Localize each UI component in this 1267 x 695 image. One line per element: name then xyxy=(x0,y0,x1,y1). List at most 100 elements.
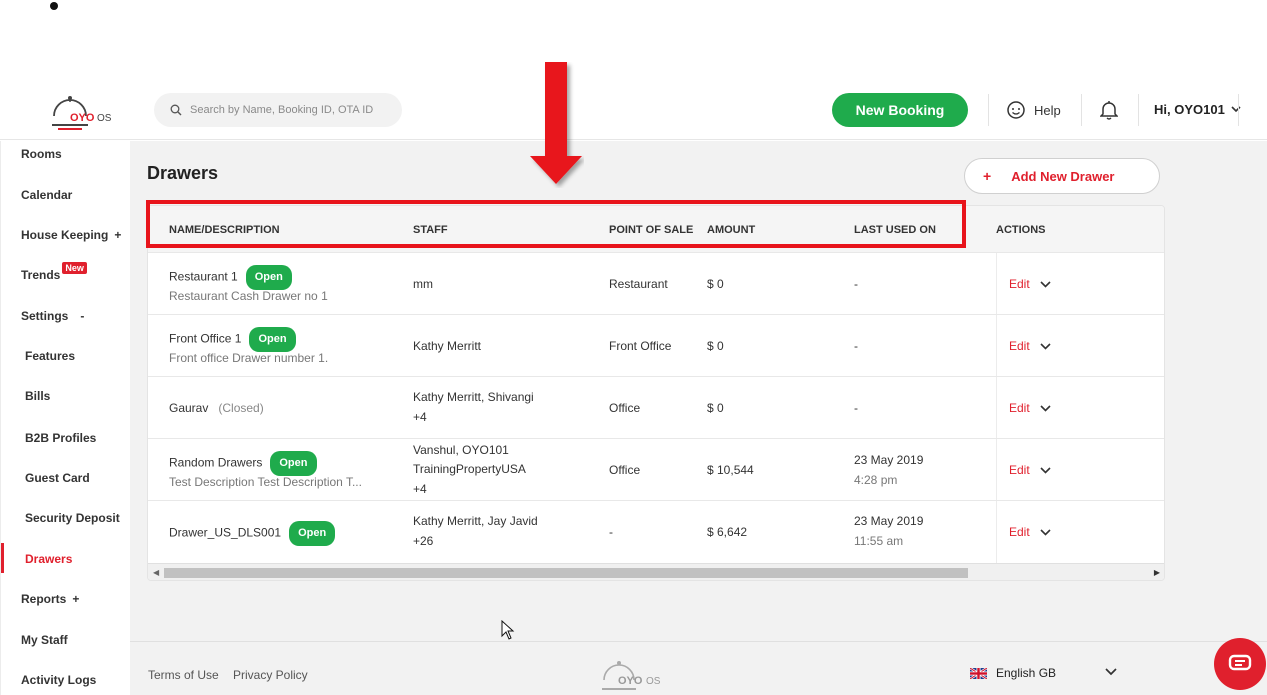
amount-cell: $ 0 xyxy=(707,401,724,415)
sidebar-item-calendar[interactable]: Calendar xyxy=(21,188,72,202)
drawer-description: Test Description Test Description T... xyxy=(169,475,362,489)
edit-button[interactable]: Edit xyxy=(1009,463,1051,477)
chevron-down-icon[interactable] xyxy=(1040,466,1051,474)
sidebar-item-security-deposit[interactable]: Security Deposit xyxy=(25,511,120,525)
sidebar-item-reports[interactable]: Reports + xyxy=(21,592,79,606)
svg-text:OYO: OYO xyxy=(70,112,95,124)
mouse-cursor-icon xyxy=(501,620,515,640)
sidebar-item-trends[interactable]: Trends New xyxy=(21,262,87,282)
sidebar-item-label: Calendar xyxy=(21,188,73,202)
user-menu[interactable]: Hi, OYO101 xyxy=(1154,102,1241,117)
pos-cell: Restaurant xyxy=(609,277,668,291)
last-used-date: 23 May 2019 xyxy=(854,453,924,467)
staff-cell: Kathy Merritt xyxy=(413,339,482,353)
header-divider xyxy=(1081,94,1082,126)
add-new-drawer-button[interactable]: + Add New Drawer xyxy=(964,158,1160,194)
active-item-marker xyxy=(1,543,4,573)
header-divider xyxy=(1238,94,1239,126)
scroll-left-arrow-icon[interactable]: ◀ xyxy=(153,568,159,577)
sidebar-item-guest-card[interactable]: Guest Card xyxy=(25,471,90,485)
staff-more-count: +4 xyxy=(413,482,427,496)
search-icon xyxy=(170,104,182,116)
expand-icon: + xyxy=(114,228,122,242)
sidebar-item-activity-logs[interactable]: Activity Logs xyxy=(21,673,96,687)
privacy-policy-link[interactable]: Privacy Policy xyxy=(233,668,308,682)
sidebar-item-settings[interactable]: Settings - xyxy=(21,309,84,323)
footer: Terms of Use Privacy Policy OYO OS Engli… xyxy=(130,641,1267,695)
edit-label: Edit xyxy=(1009,339,1030,353)
table-row[interactable]: Random Drawers Open Test Description Test… xyxy=(148,438,1164,501)
drawer-name: Random Drawers xyxy=(169,455,263,470)
sidebar-item-b2b-profiles[interactable]: B2B Profiles xyxy=(25,431,96,445)
oyo-os-logo[interactable]: OYO OS xyxy=(50,92,120,132)
plus-icon: + xyxy=(983,168,992,184)
expand-icon: + xyxy=(72,592,80,606)
chevron-down-icon[interactable] xyxy=(1040,404,1051,412)
table-row[interactable]: Drawer_US_DLS001 Open Kathy Merritt, Jay … xyxy=(148,500,1164,563)
table-row[interactable]: Gaurav (Closed) Kathy Merritt, Shivangi +… xyxy=(148,376,1164,439)
amount-cell: $ 10,544 xyxy=(707,463,754,477)
status-badge: Open xyxy=(289,521,336,546)
search-bar[interactable] xyxy=(154,93,402,127)
actions-cell: Edit xyxy=(996,377,1164,439)
help-label: Help xyxy=(1034,102,1061,118)
drawer-name: Restaurant 1 xyxy=(169,269,238,284)
edit-button[interactable]: Edit xyxy=(1009,277,1051,291)
terms-of-use-link[interactable]: Terms of Use xyxy=(148,668,219,682)
user-greeting: Hi, OYO101 xyxy=(1154,102,1225,117)
edit-button[interactable]: Edit xyxy=(1009,401,1051,415)
last-used-cell: - xyxy=(854,401,858,415)
last-used-time: 11:55 am xyxy=(854,534,904,548)
drawers-table: NAME/DESCRIPTION STAFF POINT OF SALE AMO… xyxy=(147,205,1165,581)
bullet-dot xyxy=(50,2,58,10)
header-divider xyxy=(1138,94,1139,126)
table-row[interactable]: Restaurant 1 Open Restaurant Cash Drawer … xyxy=(148,252,1164,315)
chevron-down-icon[interactable] xyxy=(1105,668,1117,676)
column-header: ACTIONS xyxy=(996,224,1046,236)
sidebar-item-house-keeping[interactable]: House Keeping + xyxy=(21,228,121,242)
drawer-name-cell: Drawer_US_DLS001 Open xyxy=(169,521,336,546)
staff-cell-line2: TrainingPropertyUSA xyxy=(413,462,526,476)
sidebar-item-drawers[interactable]: Drawers xyxy=(25,552,72,566)
help-face-icon xyxy=(1007,101,1025,119)
sidebar-item-label: Features xyxy=(25,349,76,363)
table-row[interactable]: Front Office 1 Open Front office Drawer n… xyxy=(148,314,1164,377)
annotation-highlight-box xyxy=(146,200,966,248)
edit-button[interactable]: Edit xyxy=(1009,339,1051,353)
add-new-drawer-label: Add New Drawer xyxy=(1011,168,1115,184)
horizontal-scrollbar[interactable]: ◀ ▶ xyxy=(148,563,1164,580)
help-button[interactable]: Help xyxy=(1006,100,1061,120)
chevron-down-icon[interactable] xyxy=(1040,528,1051,536)
amount-cell: $ 6,642 xyxy=(707,525,748,539)
drawer-name-cell: Gaurav (Closed) xyxy=(169,399,264,418)
pos-cell: - xyxy=(609,525,613,539)
language-selector[interactable]: English GB xyxy=(970,666,1056,680)
scroll-right-arrow-icon[interactable]: ▶ xyxy=(1154,568,1160,577)
svg-text:OS: OS xyxy=(646,676,661,687)
page-title: Drawers xyxy=(147,163,219,183)
edit-label: Edit xyxy=(1009,401,1030,415)
sidebar-item-bills[interactable]: Bills xyxy=(25,389,50,403)
sidebar-item-my-staff[interactable]: My Staff xyxy=(21,633,68,647)
chevron-down-icon xyxy=(1231,106,1241,113)
chat-support-button[interactable] xyxy=(1214,638,1266,690)
edit-label: Edit xyxy=(1009,277,1030,291)
sidebar-item-features[interactable]: Features xyxy=(25,349,75,363)
drawer-name: Gaurav xyxy=(169,401,209,415)
new-booking-button[interactable]: New Booking xyxy=(832,93,968,127)
pos-cell: Office xyxy=(609,401,641,415)
scrollbar-thumb[interactable] xyxy=(164,568,968,578)
notification-bell-icon[interactable] xyxy=(1099,100,1119,125)
amount-cell: $ 0 xyxy=(707,339,724,353)
chevron-down-icon[interactable] xyxy=(1040,280,1051,288)
edit-button[interactable]: Edit xyxy=(1009,525,1051,539)
search-input[interactable] xyxy=(190,104,380,116)
drawer-name: Drawer_US_DLS001 xyxy=(169,525,282,540)
sidebar-item-label: B2B Profiles xyxy=(25,431,97,445)
chevron-down-icon[interactable] xyxy=(1040,342,1051,350)
sidebar-item-rooms[interactable]: Rooms xyxy=(21,147,62,161)
last-used-date: 23 May 2019 xyxy=(854,514,924,528)
language-label: English GB xyxy=(996,666,1057,680)
sidebar-item-label: Drawers xyxy=(25,552,73,566)
amount-cell: $ 0 xyxy=(707,277,724,291)
